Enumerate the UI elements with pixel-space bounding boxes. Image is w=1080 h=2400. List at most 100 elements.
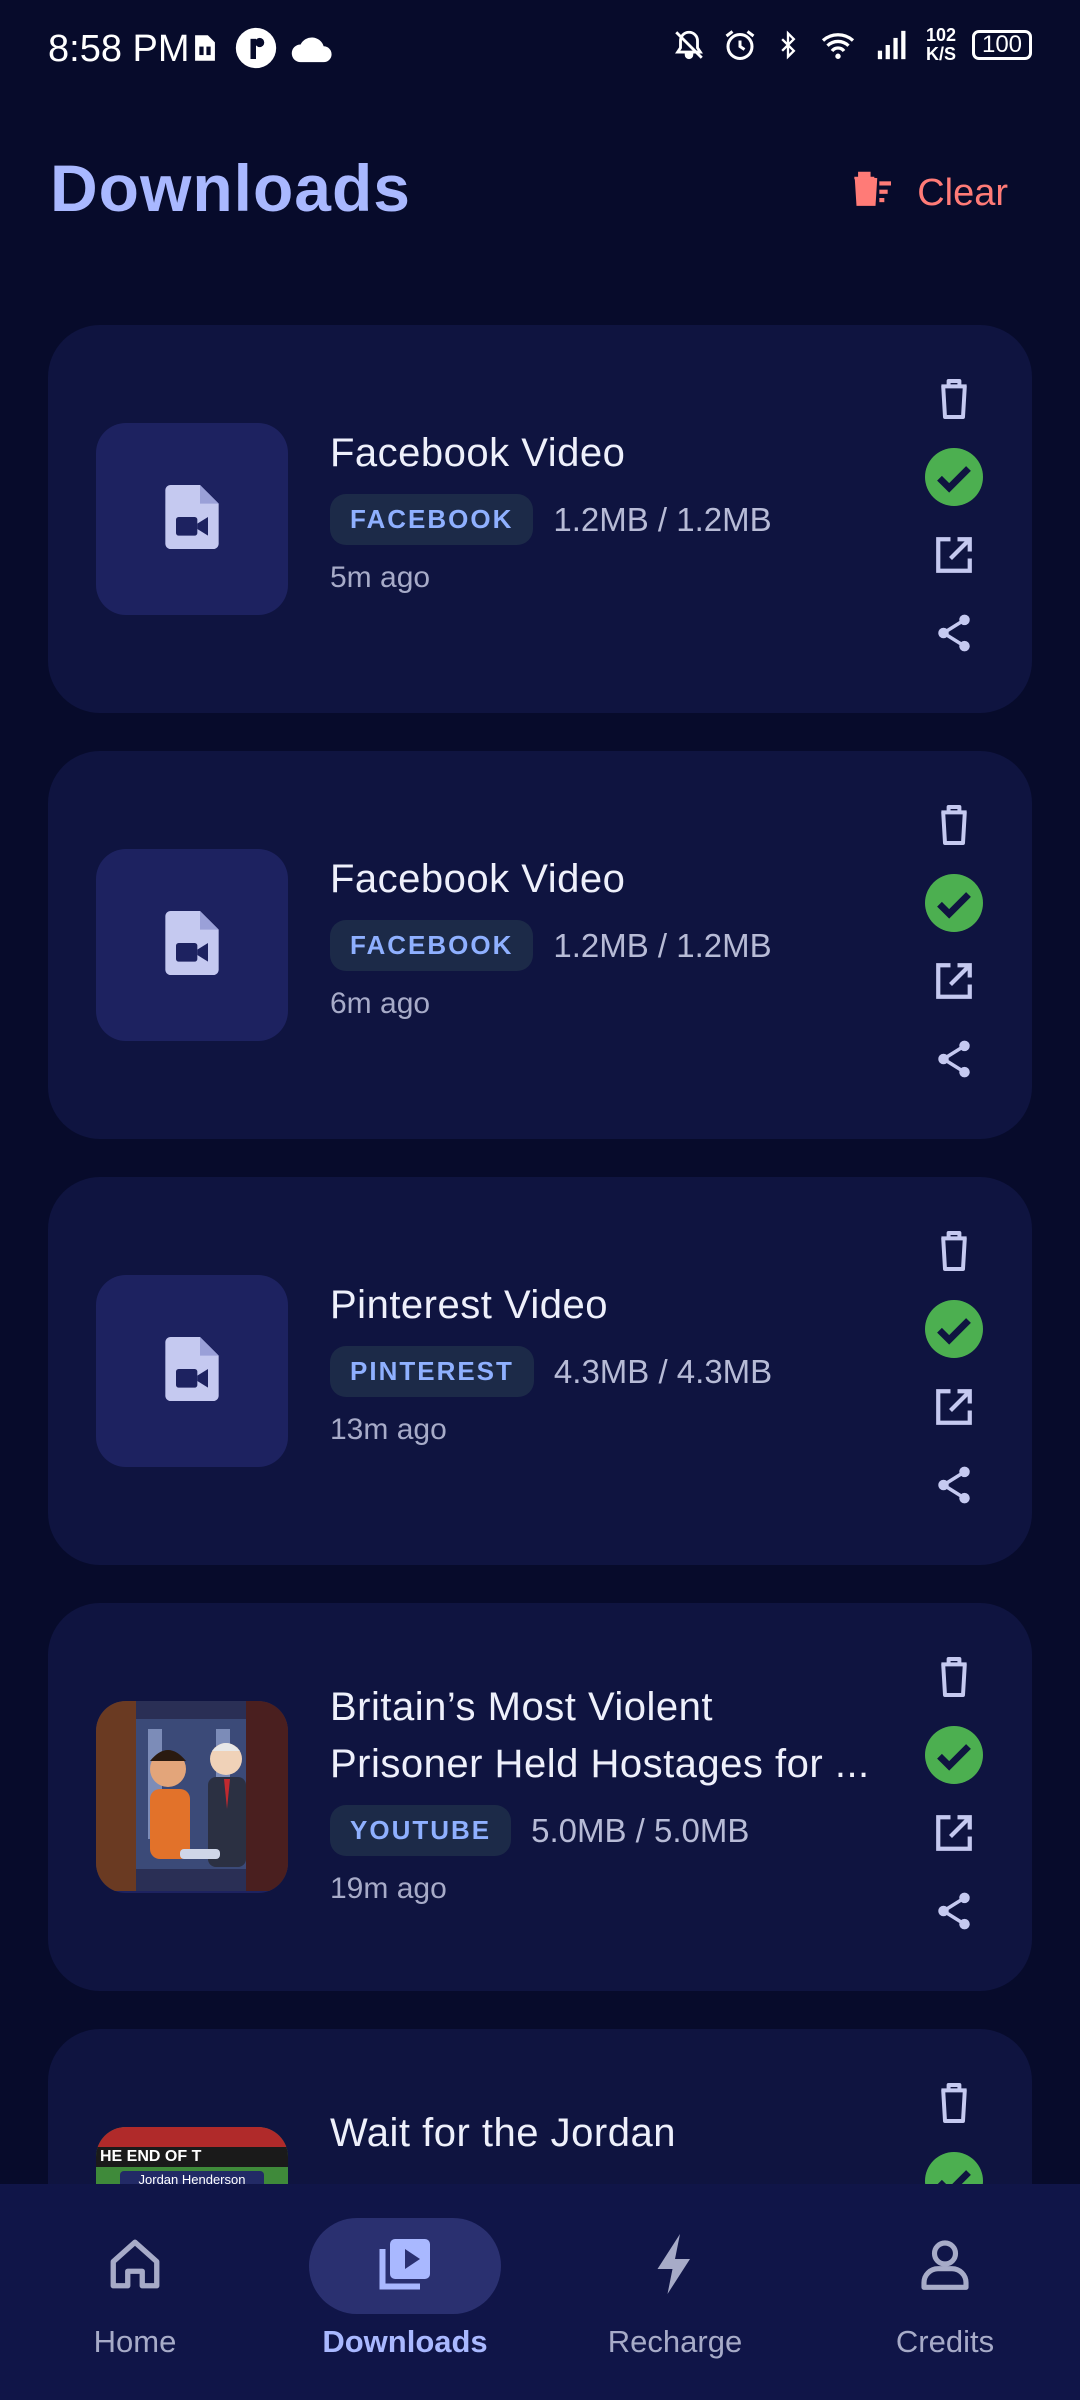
file-size: 1.2MB / 1.2MB bbox=[553, 500, 772, 538]
check-circle-icon bbox=[925, 447, 983, 511]
platform-badge: FACEBOOK bbox=[330, 494, 534, 545]
delete-icon bbox=[936, 377, 972, 426]
delete-icon bbox=[936, 1655, 972, 1704]
share-icon bbox=[933, 1889, 975, 1938]
clear-button[interactable]: Clear bbox=[849, 168, 1008, 218]
download-card[interactable]: HE END OF T Jordan Henderson ROCKET in 1… bbox=[48, 2029, 1032, 2185]
nav-label: Home bbox=[93, 2324, 177, 2359]
alarm-icon bbox=[722, 27, 758, 63]
platform-badge: FACEBOOK bbox=[330, 920, 534, 971]
download-age: 5m ago bbox=[330, 561, 431, 594]
home-icon bbox=[105, 2235, 165, 2298]
download-title-line-1: Britain’s Most Violent bbox=[330, 1685, 714, 1729]
thumbnail: HE END OF T Jordan Henderson ROCKET in 1… bbox=[96, 2127, 288, 2185]
bottom-navigation: Home Downloads Recharge Credits bbox=[0, 2184, 1080, 2400]
share-icon bbox=[933, 1037, 975, 1086]
download-card[interactable]: Facebook Video FACEBOOK 1.2MB / 1.2MB 5m… bbox=[48, 325, 1032, 713]
share-button[interactable] bbox=[924, 1033, 984, 1089]
check-circle-icon bbox=[925, 1299, 983, 1363]
thumbnail bbox=[96, 1275, 288, 1467]
cloud-icon bbox=[290, 31, 336, 65]
file-size: 1.2MB / 1.2MB bbox=[553, 926, 772, 964]
video-library-icon bbox=[374, 2234, 436, 2299]
completed-status bbox=[924, 1299, 984, 1359]
share-button[interactable] bbox=[924, 1459, 984, 1515]
nav-credits[interactable]: Credits bbox=[810, 2184, 1080, 2400]
open-button[interactable] bbox=[924, 529, 984, 585]
clear-label: Clear bbox=[917, 171, 1008, 214]
thumbnail bbox=[96, 849, 288, 1041]
clear-list-icon bbox=[849, 168, 893, 218]
share-button[interactable] bbox=[924, 1885, 984, 1941]
delete-button[interactable] bbox=[924, 373, 984, 429]
notifications-off-icon bbox=[672, 27, 706, 63]
downloads-list[interactable]: Facebook Video FACEBOOK 1.2MB / 1.2MB 5m… bbox=[48, 325, 1032, 2185]
bluetooth-icon bbox=[774, 27, 802, 63]
cartoon-thumbnail bbox=[96, 1701, 288, 1893]
bolt-icon bbox=[655, 2233, 695, 2299]
network-speed: 102 K/S bbox=[925, 25, 956, 64]
download-card[interactable]: Britain’s Most Violent Prisoner Held Hos… bbox=[48, 1603, 1032, 1991]
video-file-icon bbox=[165, 910, 219, 980]
completed-status bbox=[924, 447, 984, 507]
download-title: Pinterest Video bbox=[330, 1283, 609, 1327]
nav-label: Downloads bbox=[322, 2324, 488, 2359]
share-button[interactable] bbox=[924, 607, 984, 663]
download-title: Facebook Video bbox=[330, 857, 626, 901]
battery-indicator: 100 bbox=[972, 30, 1032, 60]
check-circle-icon bbox=[925, 873, 983, 937]
platform-badge: YOUTUBE bbox=[330, 1805, 512, 1856]
download-age: 19m ago bbox=[330, 1872, 447, 1905]
download-age: 6m ago bbox=[330, 987, 431, 1020]
open-external-icon bbox=[933, 1386, 975, 1433]
sim-card-icon bbox=[188, 31, 222, 65]
delete-icon bbox=[936, 803, 972, 852]
status-time: 8:58 PM bbox=[48, 28, 190, 70]
thumbnail bbox=[96, 423, 288, 615]
delete-button[interactable] bbox=[924, 1225, 984, 1281]
video-file-icon bbox=[165, 1336, 219, 1406]
person-icon bbox=[917, 2235, 973, 2298]
page-title: Downloads bbox=[50, 151, 412, 225]
open-button[interactable] bbox=[924, 1807, 984, 1863]
thumbnail bbox=[96, 1701, 288, 1893]
platform-badge: PINTEREST bbox=[330, 1346, 534, 1397]
share-icon bbox=[933, 611, 975, 660]
nav-recharge[interactable]: Recharge bbox=[540, 2184, 810, 2400]
delete-icon bbox=[936, 1229, 972, 1278]
download-title: Wait for the Jordan bbox=[330, 2111, 676, 2155]
open-external-icon bbox=[933, 1812, 975, 1859]
football-thumbnail: HE END OF T Jordan Henderson ROCKET in 1… bbox=[96, 2127, 288, 2185]
nav-home[interactable]: Home bbox=[0, 2184, 270, 2400]
open-external-icon bbox=[933, 534, 975, 581]
delete-button[interactable] bbox=[924, 1651, 984, 1707]
thumbnail-banner: HE END OF T bbox=[96, 2147, 288, 2167]
delete-button[interactable] bbox=[924, 2077, 984, 2133]
file-size: 4.3MB / 4.3MB bbox=[553, 1352, 773, 1390]
download-title: Facebook Video bbox=[330, 431, 626, 475]
video-file-icon bbox=[165, 484, 219, 554]
status-bar: 8:58 PM 102 K/S 100 bbox=[0, 0, 1080, 110]
nav-label: Credits bbox=[895, 2324, 995, 2359]
download-age: 13m ago bbox=[330, 1413, 447, 1446]
completed-status bbox=[924, 1725, 984, 1785]
signal-icon bbox=[874, 28, 910, 62]
open-button[interactable] bbox=[924, 955, 984, 1011]
nav-label: Recharge bbox=[607, 2324, 743, 2359]
download-card[interactable]: Facebook Video FACEBOOK 1.2MB / 1.2MB 6m… bbox=[48, 751, 1032, 1139]
wifi-icon bbox=[818, 27, 858, 63]
delete-icon bbox=[936, 2081, 972, 2130]
open-button[interactable] bbox=[924, 1381, 984, 1437]
check-circle-icon bbox=[925, 1725, 983, 1789]
share-icon bbox=[933, 1463, 975, 1512]
file-size: 5.0MB / 5.0MB bbox=[531, 1811, 750, 1849]
delete-button[interactable] bbox=[924, 799, 984, 855]
thumbnail-caption: Jordan Henderson ROCKET in 1... bbox=[120, 2171, 264, 2185]
open-external-icon bbox=[933, 960, 975, 1007]
completed-status bbox=[924, 873, 984, 933]
download-card[interactable]: Pinterest Video PINTEREST 4.3MB / 4.3MB … bbox=[48, 1177, 1032, 1565]
nav-downloads[interactable]: Downloads bbox=[270, 2184, 540, 2400]
download-title-line-2: Prisoner Held Hostages for ... bbox=[330, 1742, 870, 1786]
app-notification-icon bbox=[234, 26, 278, 70]
completed-status bbox=[924, 2151, 984, 2185]
